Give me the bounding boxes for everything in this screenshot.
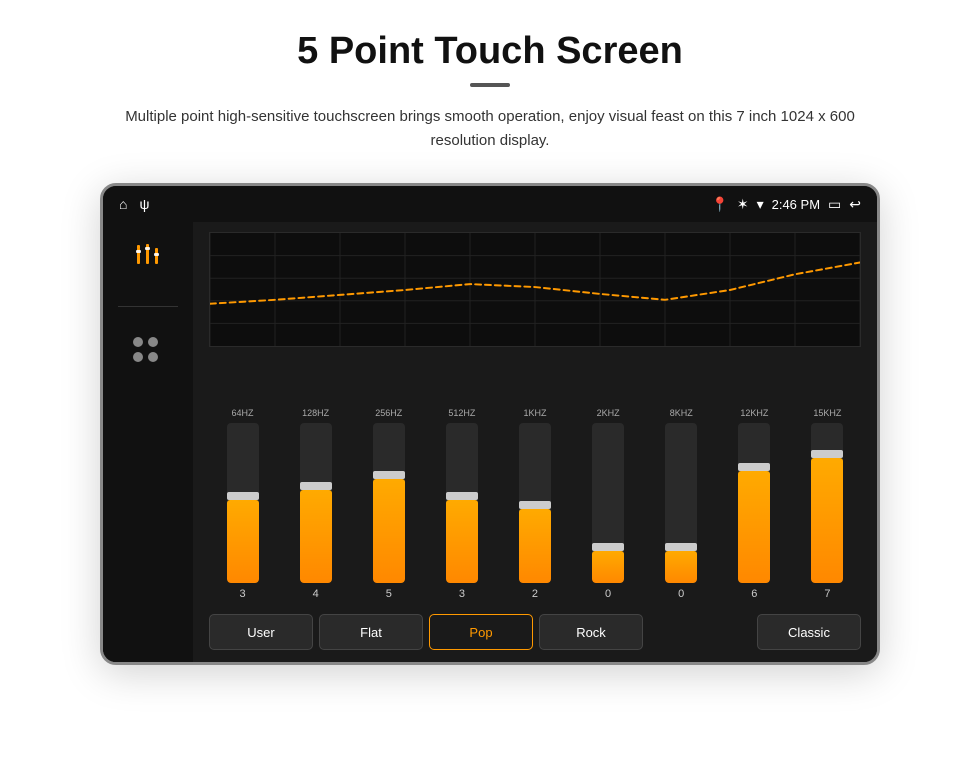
band-label-1: 128HZ (302, 408, 329, 418)
preset-btn-pop[interactable]: Pop (429, 614, 533, 650)
slider-track-2[interactable] (373, 423, 405, 583)
slider-track-4[interactable] (519, 423, 551, 583)
eq-sliders: 64HZ 3 128HZ 4 256HZ 5 512HZ 3 1KHZ 2 2KHZ 0 8KHZ 0 12… (209, 357, 861, 600)
home-icon: ⌂ (119, 196, 127, 212)
slider-handle-3[interactable] (446, 492, 478, 500)
eq-band-12khz[interactable]: 12KHZ 6 (721, 408, 788, 600)
band-value-8: 7 (824, 588, 830, 600)
slider-fill-8 (811, 458, 843, 583)
eq-band-1khz[interactable]: 1KHZ 2 (501, 408, 568, 600)
slider-handle-1[interactable] (300, 482, 332, 490)
preset-buttons: UserFlatPopRock Classic (209, 614, 861, 650)
apps-icon[interactable] (133, 337, 163, 362)
slider-fill-7 (738, 471, 770, 583)
sidebar-divider-1 (118, 306, 178, 307)
eq-band-2khz[interactable]: 2KHZ 0 (575, 408, 642, 600)
slider-track-0[interactable] (227, 423, 259, 583)
slider-handle-6[interactable] (665, 543, 697, 551)
band-value-6: 0 (678, 588, 684, 600)
eq-graph (209, 232, 861, 347)
status-bar: ⌂ ψ 📍 ✶ ▾ 2:46 PM ▭ ↩ (103, 186, 877, 222)
battery-icon: ▭ (828, 196, 841, 213)
eq-band-8khz[interactable]: 8KHZ 0 (648, 408, 715, 600)
eq-area: 64HZ 3 128HZ 4 256HZ 5 512HZ 3 1KHZ 2 2KHZ 0 8KHZ 0 12… (193, 222, 877, 662)
preset-btn-classic[interactable]: Classic (757, 614, 861, 650)
band-label-8: 15KHZ (813, 408, 841, 418)
slider-fill-6 (665, 551, 697, 583)
band-label-4: 1KHZ (523, 408, 546, 418)
slider-fill-3 (446, 500, 478, 583)
slider-track-6[interactable] (665, 423, 697, 583)
band-label-0: 64HZ (232, 408, 254, 418)
preset-spacer (649, 614, 751, 650)
main-screen: 64HZ 3 128HZ 4 256HZ 5 512HZ 3 1KHZ 2 2KHZ 0 8KHZ 0 12… (103, 222, 877, 662)
status-left: ⌂ ψ (119, 196, 149, 212)
slider-track-5[interactable] (592, 423, 624, 583)
slider-fill-1 (300, 490, 332, 583)
band-value-2: 5 (386, 588, 392, 600)
eq-band-512hz[interactable]: 512HZ 3 (428, 408, 495, 600)
device-screen: ⌂ ψ 📍 ✶ ▾ 2:46 PM ▭ ↩ (100, 183, 880, 665)
band-value-5: 0 (605, 588, 611, 600)
sidebar (103, 222, 193, 662)
status-right: 📍 ✶ ▾ 2:46 PM ▭ ↩ (711, 196, 861, 213)
slider-track-3[interactable] (446, 423, 478, 583)
slider-handle-5[interactable] (592, 543, 624, 551)
band-label-2: 256HZ (375, 408, 402, 418)
title-divider (470, 83, 510, 87)
band-value-7: 6 (751, 588, 757, 600)
back-icon: ↩ (849, 196, 861, 213)
band-label-7: 12KHZ (740, 408, 768, 418)
band-value-4: 2 (532, 588, 538, 600)
slider-fill-0 (227, 500, 259, 583)
slider-fill-4 (519, 509, 551, 583)
page-subtitle: Multiple point high-sensitive touchscree… (110, 105, 870, 153)
dot-2 (148, 337, 158, 347)
band-value-0: 3 (239, 588, 245, 600)
slider-handle-7[interactable] (738, 463, 770, 471)
band-label-3: 512HZ (448, 408, 475, 418)
preset-btn-user[interactable]: User (209, 614, 313, 650)
usb-icon: ψ (139, 196, 149, 212)
slider-handle-8[interactable] (811, 450, 843, 458)
band-value-1: 4 (313, 588, 319, 600)
wifi-icon: ▾ (757, 196, 764, 213)
band-label-6: 8KHZ (670, 408, 693, 418)
dot-4 (148, 352, 158, 362)
slider-fill-2 (373, 479, 405, 583)
slider-track-7[interactable] (738, 423, 770, 583)
bluetooth-icon: ✶ (737, 196, 749, 213)
eq-band-15khz[interactable]: 15KHZ 7 (794, 408, 861, 600)
preset-btn-rock[interactable]: Rock (539, 614, 643, 650)
dot-3 (133, 352, 143, 362)
slider-handle-4[interactable] (519, 501, 551, 509)
slider-handle-2[interactable] (373, 471, 405, 479)
band-label-5: 2KHZ (597, 408, 620, 418)
dot-1 (133, 337, 143, 347)
band-value-3: 3 (459, 588, 465, 600)
eq-band-64hz[interactable]: 64HZ 3 (209, 408, 276, 600)
eq-band-128hz[interactable]: 128HZ 4 (282, 408, 349, 600)
slider-handle-0[interactable] (227, 492, 259, 500)
slider-track-8[interactable] (811, 423, 843, 583)
slider-fill-5 (592, 551, 624, 583)
slider-track-1[interactable] (300, 423, 332, 583)
equalizer-icon[interactable] (133, 242, 163, 276)
eq-band-256hz[interactable]: 256HZ 5 (355, 408, 422, 600)
preset-btn-flat[interactable]: Flat (319, 614, 423, 650)
status-time: 2:46 PM (772, 197, 820, 212)
page-title: 5 Point Touch Screen (297, 30, 683, 73)
location-icon: 📍 (711, 196, 728, 213)
